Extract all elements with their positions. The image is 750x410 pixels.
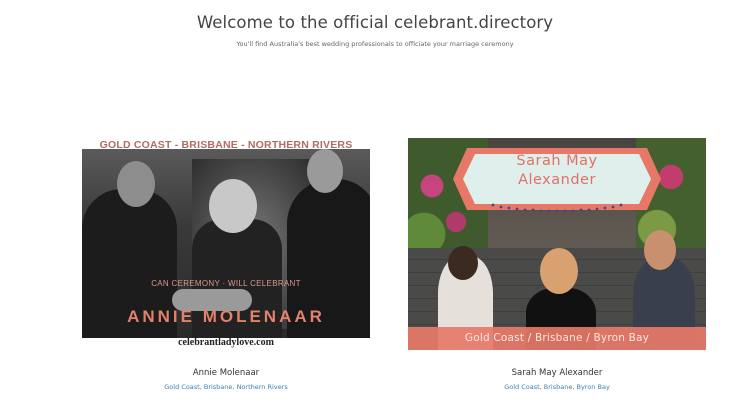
page-subtitle: You'll find Australia's best wedding pro…: [236, 40, 514, 48]
location-link[interactable]: Gold Coast: [504, 383, 539, 391]
celebrant-card[interactable]: GOLD COAST - BRISBANE - NORTHERN RIVERS …: [82, 138, 370, 391]
celebrant-name[interactable]: Annie Molenaar: [82, 368, 370, 378]
location-link[interactable]: Gold Coast: [164, 383, 199, 391]
location-link[interactable]: Byron Bay: [577, 383, 610, 391]
celebrant-locations: Gold Coast, Brisbane, Northern Rivers: [164, 383, 288, 391]
image-celebrant-name: ANNIE MOLENAAR: [127, 307, 325, 326]
image-website: celebrantladylove.com: [178, 337, 274, 348]
celebrant-name[interactable]: Sarah May Alexander: [408, 368, 706, 378]
location-link[interactable]: Northern Rivers: [237, 383, 288, 391]
banner-name: Sarah May Alexander: [516, 153, 598, 188]
location-link[interactable]: Brisbane: [544, 383, 573, 391]
page-title: Welcome to the official celebrant.direct…: [196, 13, 554, 32]
celebrant-card[interactable]: Sarah May Alexander Gold Coast / Brisban…: [408, 138, 706, 391]
location-link[interactable]: Brisbane: [204, 383, 233, 391]
image-location-strip: Gold Coast / Brisbane / Byron Bay: [464, 332, 650, 344]
image-tagline: CAN CEREMONY · WILL CELEBRANT: [151, 279, 301, 288]
celebrant-locations: Gold Coast, Brisbane, Byron Bay: [504, 383, 610, 391]
celebrant-photo[interactable]: GOLD COAST - BRISBANE - NORTHERN RIVERS …: [82, 138, 370, 350]
celebrant-photo[interactable]: Sarah May Alexander Gold Coast / Brisban…: [408, 138, 706, 350]
